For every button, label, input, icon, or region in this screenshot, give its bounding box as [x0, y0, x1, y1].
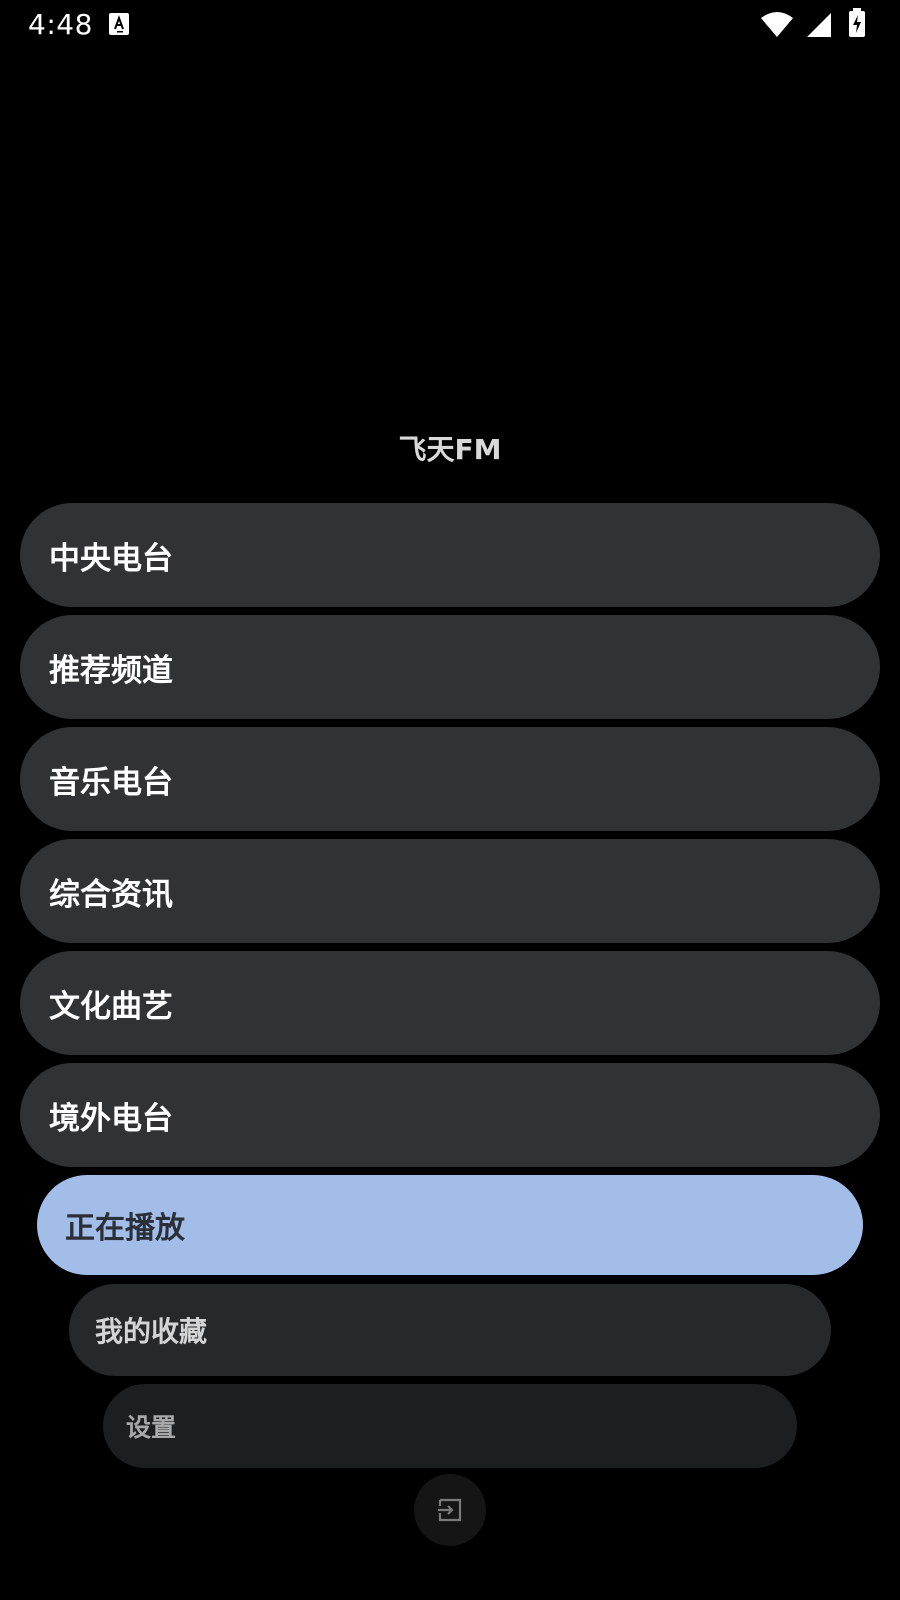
menu-item-label: 中央电台	[49, 540, 173, 577]
status-bar: 4:48	[0, 0, 900, 50]
settings-button[interactable]: 设置	[103, 1384, 797, 1468]
menu-item-recommended[interactable]: 推荐频道	[20, 615, 880, 719]
now-playing-button[interactable]: 正在播放	[37, 1175, 863, 1275]
menu-item-overseas-radio[interactable]: 境外电台	[20, 1063, 880, 1167]
menu-item-label: 音乐电台	[49, 764, 173, 801]
menu-item-central-radio[interactable]: 中央电台	[20, 503, 880, 607]
favorites-button[interactable]: 我的收藏	[69, 1284, 831, 1376]
notification-a-icon	[109, 13, 129, 35]
menu-item-label: 境外电台	[49, 1100, 173, 1137]
battery-charging-icon	[849, 8, 865, 37]
cell-signal-icon	[807, 13, 831, 37]
wifi-icon	[761, 12, 793, 37]
menu-item-music-radio[interactable]: 音乐电台	[20, 727, 880, 831]
menu-item-label: 推荐频道	[49, 652, 173, 689]
status-time: 4:48	[28, 8, 93, 41]
menu-item-label: 文化曲艺	[49, 988, 173, 1025]
exit-icon	[438, 1498, 462, 1522]
menu-item-culture[interactable]: 文化曲艺	[20, 951, 880, 1055]
menu-item-news[interactable]: 综合资讯	[20, 839, 880, 943]
status-icons	[760, 0, 900, 50]
settings-label: 设置	[126, 1413, 177, 1442]
menu-item-label: 综合资讯	[49, 876, 173, 913]
now-playing-label: 正在播放	[65, 1211, 185, 1246]
exit-button[interactable]	[414, 1474, 486, 1546]
app-title: 飞天FM	[398, 433, 502, 466]
favorites-label: 我的收藏	[95, 1315, 208, 1348]
